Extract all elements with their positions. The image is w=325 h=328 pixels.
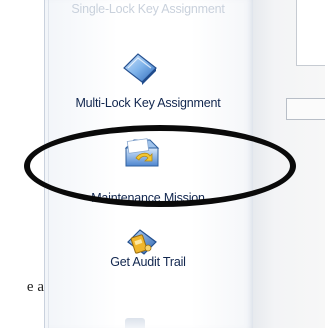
cropped-text: e a <box>26 279 44 295</box>
sidebar-item-label: Single-Lock Key Assignment <box>71 2 225 16</box>
sidebar-item-maintenance-mission[interactable]: Maintenance Mission <box>44 134 252 205</box>
sidebar-item-multi-lock-key-assignment[interactable]: Multi-Lock Key Assignment <box>44 46 252 116</box>
next-item-icon-partial <box>125 318 145 328</box>
content-field[interactable] <box>286 98 325 120</box>
sidebar-item-label: Multi-Lock Key Assignment <box>75 96 221 110</box>
sidebar-item-label: Maintenance Mission <box>91 191 205 205</box>
content-frame <box>296 0 325 66</box>
multi-lock-key-icon <box>120 48 160 93</box>
sidebar-item-label: Get Audit Trail <box>110 255 186 269</box>
sidebar-item-get-audit-trail[interactable]: Get Audit Trail <box>44 221 252 291</box>
sidebar-item-single-lock-key-assignment[interactable]: Single-Lock Key Assignment <box>44 2 252 16</box>
maintenance-mission-icon <box>122 134 162 177</box>
